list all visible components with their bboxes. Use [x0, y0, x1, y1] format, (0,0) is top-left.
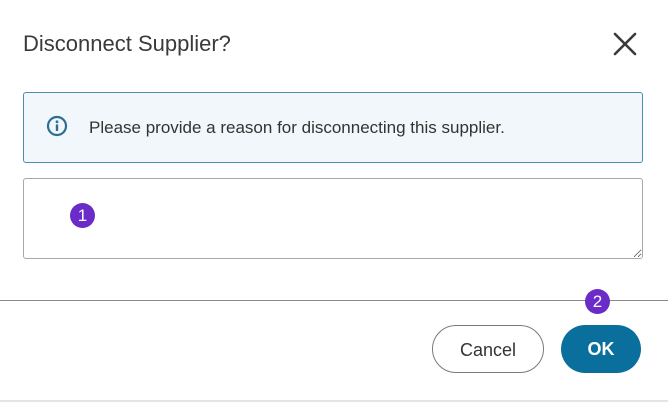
reason-textarea[interactable]	[23, 178, 643, 259]
info-icon	[46, 115, 68, 137]
footer-divider	[0, 300, 668, 301]
info-banner: Please provide a reason for disconnectin…	[23, 92, 643, 163]
dialog-title: Disconnect Supplier?	[23, 31, 231, 56]
step-marker-1: 1	[70, 203, 95, 228]
disconnect-supplier-dialog: Disconnect Supplier? Please provide a re…	[0, 0, 668, 402]
close-icon	[613, 32, 637, 56]
ok-button[interactable]: OK	[561, 325, 641, 373]
cancel-button[interactable]: Cancel	[432, 325, 544, 373]
close-button[interactable]	[610, 29, 640, 59]
step-marker-2: 2	[585, 289, 610, 314]
info-message: Please provide a reason for disconnectin…	[89, 118, 505, 137]
